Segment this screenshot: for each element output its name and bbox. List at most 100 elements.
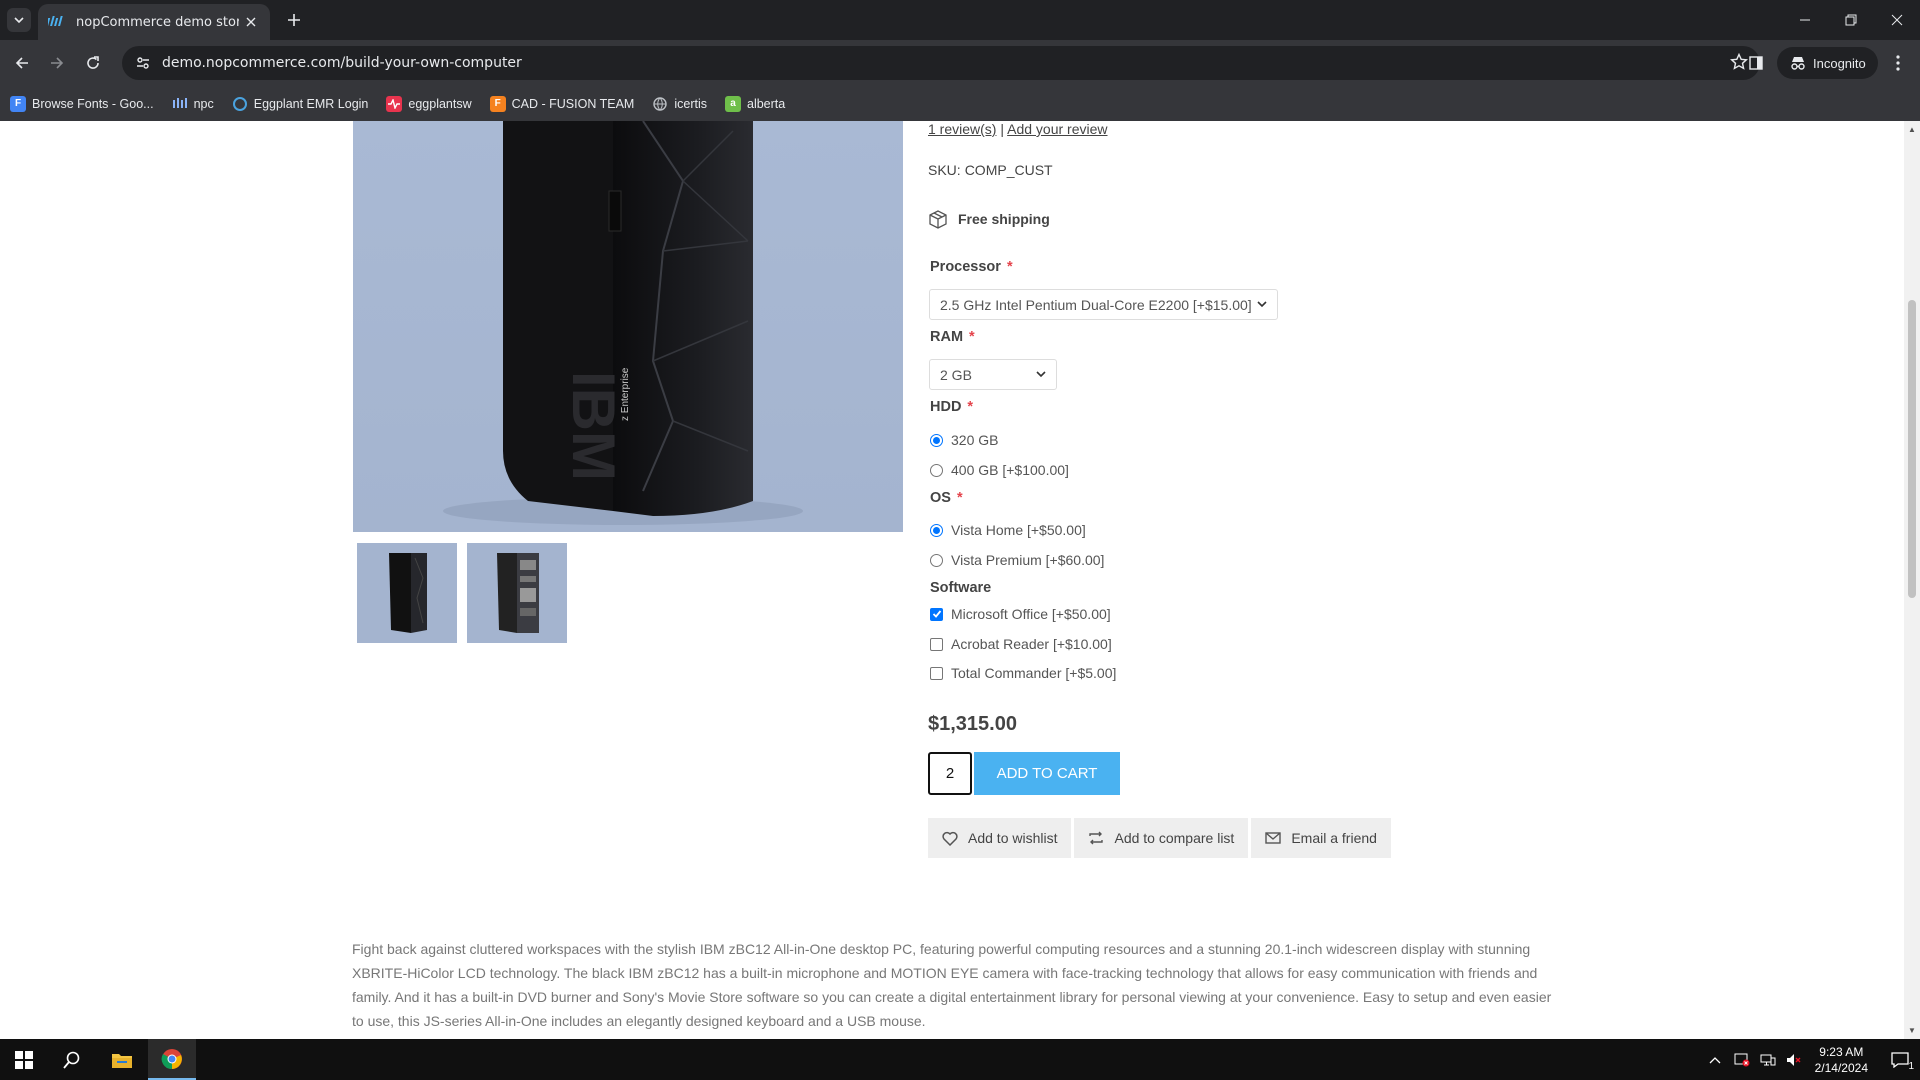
- bookmark-item[interactable]: F CAD - FUSION TEAM: [489, 95, 635, 112]
- os-option-label: Vista Premium [+$60.00]: [951, 552, 1105, 568]
- clock-date: 2/14/2024: [1814, 1060, 1868, 1075]
- add-to-compare-button[interactable]: Add to compare list: [1074, 818, 1249, 858]
- bookmark-label: CAD - FUSION TEAM: [511, 96, 635, 111]
- product-actions: Add to wishlist Add to compare list Emai…: [928, 818, 1391, 858]
- browser-menu-button[interactable]: [1884, 49, 1912, 77]
- radio-button-checked[interactable]: [930, 433, 943, 447]
- software-option-acrobat[interactable]: Acrobat Reader [+$10.00]: [930, 636, 1112, 652]
- restore-button[interactable]: [1828, 0, 1874, 40]
- software-option-label: Microsoft Office [+$50.00]: [951, 606, 1111, 622]
- reload-button[interactable]: [79, 49, 107, 77]
- checkbox[interactable]: [930, 666, 943, 680]
- tab-title: nopCommerce demo store. Buil: [76, 14, 239, 30]
- forward-button[interactable]: [43, 49, 71, 77]
- security-alert-icon[interactable]: [1729, 1053, 1755, 1067]
- os-option-vista-home[interactable]: Vista Home [+$50.00]: [930, 522, 1086, 538]
- chrome-taskbar-button[interactable]: [148, 1039, 196, 1080]
- taskbar-clock[interactable]: 9:23 AM 2/14/2024: [1815, 1044, 1868, 1076]
- software-option-total-commander[interactable]: Total Commander [+$5.00]: [930, 665, 1116, 681]
- thumbnail-open[interactable]: [467, 543, 567, 643]
- scrollbar-thumb[interactable]: [1908, 300, 1916, 598]
- bookmark-item[interactable]: npc: [172, 96, 214, 112]
- address-bar[interactable]: demo.nopcommerce.com/build-your-own-comp…: [122, 46, 1760, 80]
- image-brand-text: IBM: [560, 371, 627, 481]
- search-button[interactable]: [48, 1039, 96, 1080]
- scroll-down-arrow-icon[interactable]: ▼: [1908, 1026, 1916, 1035]
- ibm-enterprise-computer-image: IBM z Enterprise: [443, 121, 803, 525]
- checkbox[interactable]: [930, 637, 943, 651]
- hdd-option-400[interactable]: 400 GB [+$100.00]: [930, 462, 1069, 478]
- minimize-button[interactable]: [1782, 0, 1828, 40]
- free-shipping: Free shipping: [928, 209, 1050, 229]
- ram-label: RAM *: [930, 329, 975, 345]
- windows-taskbar: 9:23 AM 2/14/2024 1: [0, 1039, 1920, 1080]
- close-icon[interactable]: [243, 13, 260, 31]
- bookmark-item[interactable]: a alberta: [725, 95, 785, 112]
- ram-select[interactable]: 2 GB: [929, 359, 1057, 390]
- hdd-option-label: 320 GB: [951, 432, 999, 448]
- checkbox-checked[interactable]: [930, 607, 943, 621]
- tab-strip: nopCommerce demo store. Buil: [0, 0, 1920, 40]
- add-to-cart-button[interactable]: ADD TO CART: [974, 752, 1120, 795]
- os-label: OS *: [930, 490, 963, 506]
- software-option-ms-office[interactable]: Microsoft Office [+$50.00]: [930, 606, 1111, 622]
- os-option-vista-premium[interactable]: Vista Premium [+$60.00]: [930, 552, 1104, 568]
- quantity-input[interactable]: 2: [928, 752, 972, 795]
- sku: SKU: COMP_CUST: [928, 162, 1053, 178]
- system-tray: 9:23 AM 2/14/2024 1: [1701, 1039, 1920, 1080]
- software-label-text: Software: [930, 580, 992, 596]
- processor-select[interactable]: 2.5 GHz Intel Pentium Dual-Core E2200 [+…: [929, 289, 1278, 320]
- browser-toolbar: demo.nopcommerce.com/build-your-own-comp…: [0, 40, 1920, 86]
- url-text: demo.nopcommerce.com/build-your-own-comp…: [162, 55, 522, 71]
- folder-icon: [112, 1053, 132, 1068]
- network-icon[interactable]: [1755, 1053, 1781, 1067]
- notification-center-icon[interactable]: 1: [1880, 1051, 1920, 1072]
- back-button[interactable]: [8, 49, 36, 77]
- radio-button[interactable]: [930, 553, 943, 567]
- window-close-button[interactable]: [1874, 0, 1920, 40]
- clock-time: 9:23 AM: [1819, 1044, 1864, 1059]
- volume-muted-icon[interactable]: [1781, 1053, 1807, 1067]
- bookmark-item[interactable]: F Browse Fonts - Goo...: [10, 95, 154, 112]
- incognito-icon: [1791, 57, 1805, 70]
- required-star: *: [956, 490, 963, 506]
- product-main-image[interactable]: IBM z Enterprise: [353, 121, 903, 532]
- chevron-down-icon: [1257, 301, 1267, 308]
- reviews-links: 1 review(s) | Add your review: [928, 121, 1108, 137]
- radio-button-checked[interactable]: [930, 523, 943, 537]
- windows-logo-icon: [15, 1050, 33, 1069]
- thumbnail-front[interactable]: [357, 543, 457, 643]
- software-option-label: Acrobat Reader [+$10.00]: [951, 636, 1112, 652]
- site-info-icon[interactable]: [126, 46, 160, 80]
- radio-button[interactable]: [930, 463, 943, 477]
- page-scrollbar[interactable]: ▲ ▼: [1904, 121, 1920, 1039]
- tab-search-button[interactable]: [7, 8, 31, 32]
- nopcommerce-favicon-icon: [48, 13, 66, 31]
- new-tab-button[interactable]: [282, 8, 306, 32]
- incognito-indicator[interactable]: Incognito: [1777, 47, 1878, 79]
- add-review-link[interactable]: Add your review: [1007, 121, 1107, 137]
- chevron-up-icon[interactable]: [1701, 1056, 1729, 1064]
- email-friend-button[interactable]: Email a friend: [1251, 818, 1391, 858]
- email-friend-label: Email a friend: [1291, 830, 1377, 846]
- start-button[interactable]: [0, 1039, 48, 1080]
- add-to-wishlist-button[interactable]: Add to wishlist: [928, 818, 1072, 858]
- bookmark-item[interactable]: icertis: [652, 96, 707, 112]
- bookmark-label: eggplantsw: [408, 96, 472, 111]
- file-explorer-button[interactable]: [98, 1039, 146, 1080]
- compare-label: Add to compare list: [1114, 830, 1235, 846]
- side-panel-button[interactable]: [1742, 49, 1770, 77]
- product-thumbnails: [357, 543, 567, 643]
- plus-icon: [288, 14, 300, 26]
- window-controls: [1782, 0, 1920, 40]
- bookmark-item[interactable]: Eggplant EMR Login: [232, 96, 368, 112]
- search-icon: [63, 1051, 80, 1069]
- reviews-separator: |: [1000, 121, 1004, 137]
- active-tab[interactable]: nopCommerce demo store. Buil: [38, 4, 270, 40]
- bookmark-item[interactable]: eggplantsw: [386, 95, 472, 112]
- hdd-option-320[interactable]: 320 GB: [930, 432, 998, 448]
- product-price: $1,315.00: [928, 713, 1017, 735]
- reviews-count-link[interactable]: 1 review(s): [928, 121, 996, 137]
- fusion-icon: F: [489, 95, 506, 112]
- scroll-up-arrow-icon[interactable]: ▲: [1908, 125, 1916, 134]
